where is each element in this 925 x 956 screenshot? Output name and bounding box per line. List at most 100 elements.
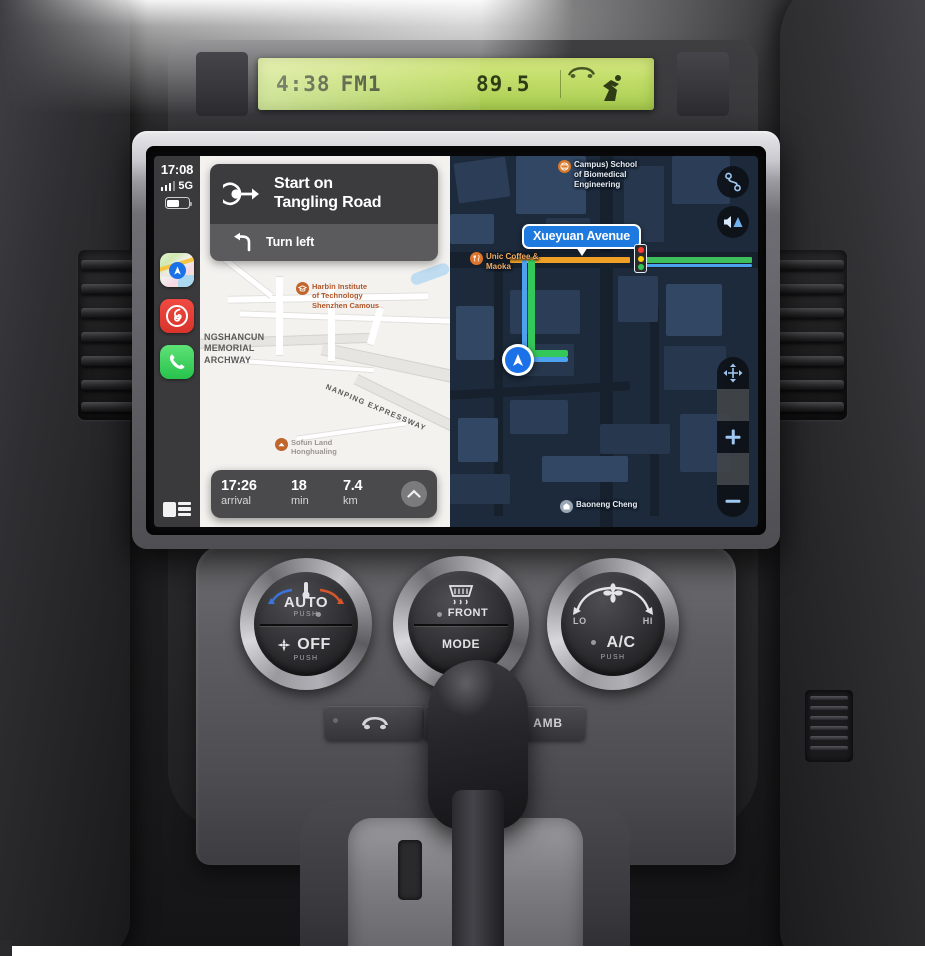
poi-label: Baoneng Cheng xyxy=(576,500,638,509)
chevron-up-icon xyxy=(407,489,421,498)
water-body xyxy=(409,261,450,287)
radio-left-bezel xyxy=(196,52,248,116)
audio-alerts-button[interactable] xyxy=(717,206,749,238)
radio-lcd-display[interactable]: 4:38 FM1 89.5 xyxy=(258,58,654,110)
street-name-label: Xueyuan Avenue xyxy=(522,224,641,256)
airflow-arrow-icon xyxy=(603,75,621,101)
poi-biomedical-school[interactable]: Campus) School of Biomedical Engineering xyxy=(558,160,637,190)
eta-duration: 18 min xyxy=(291,478,343,509)
road-segment xyxy=(650,306,659,516)
car-airflow-icon xyxy=(568,67,595,78)
right-map-panel[interactable]: Xueyuan Avenue Campus) School of Biomedi… xyxy=(450,156,758,527)
eta-distance: 7.4 km xyxy=(343,478,391,509)
navigation-instruction-banner[interactable]: Start on Tangling Road Turn left xyxy=(210,164,438,262)
carplay-screen[interactable]: 17:08 5G NGSHANCUN MEMORIAL ARCHWAY NANP… xyxy=(154,156,758,527)
zoom-out-button[interactable] xyxy=(717,485,749,517)
map-zoom-controls[interactable] xyxy=(717,357,749,517)
maps-app-icon[interactable] xyxy=(160,253,194,288)
pan-control-button[interactable] xyxy=(717,357,749,389)
transit-icon xyxy=(558,160,571,173)
recirculation-led xyxy=(333,718,338,723)
dash-left-panel xyxy=(0,0,130,956)
netease-music-app-icon[interactable] xyxy=(160,299,194,334)
defrost-windshield-icon xyxy=(448,585,474,605)
divider xyxy=(717,453,749,485)
eta-distance-value: 7.4 xyxy=(343,478,363,495)
map-building xyxy=(450,474,510,504)
ac-label: A/C xyxy=(606,634,636,651)
map-building xyxy=(453,156,511,204)
off-push-label: PUSH xyxy=(293,655,319,662)
signal-bars-icon xyxy=(160,181,176,192)
poi-label: Unic Coffee & Maoka xyxy=(486,252,539,271)
eta-duration-value: 18 xyxy=(291,478,307,495)
route-overview-icon xyxy=(725,172,741,192)
status-signal: 5G xyxy=(160,180,194,193)
poi-baoneng-cheng[interactable]: Baoneng Cheng xyxy=(560,500,637,513)
eta-arrival-label: arrival xyxy=(221,495,251,508)
road-segment xyxy=(222,256,274,299)
radio-frequency: 89.5 xyxy=(476,72,531,96)
route-line-blue xyxy=(642,264,752,267)
banner-primary-instruction: Start on Tangling Road xyxy=(210,164,438,225)
poi-label: Harbin Institute of Technology Shenzhen … xyxy=(312,282,380,310)
road-segment xyxy=(239,310,450,325)
ac-push-label: PUSH xyxy=(600,654,626,661)
map-building xyxy=(542,456,628,482)
air-recirculation-icon xyxy=(362,717,388,730)
mode-label: MODE xyxy=(442,637,480,651)
fan-high-label: HI xyxy=(642,616,653,626)
park-icon xyxy=(275,438,288,451)
eta-info-bar[interactable]: 17:26 arrival 18 min 7.4 km xyxy=(211,470,437,518)
dashboard-split-view-icon[interactable] xyxy=(161,498,193,520)
auto-push-label: PUSH xyxy=(293,611,319,618)
poi-label: Sofun Land Honghualing xyxy=(291,438,337,457)
eta-arrival: 17:26 arrival xyxy=(221,478,291,509)
lcd-indicator-icons xyxy=(550,64,630,104)
navigation-arrow-glyph xyxy=(513,354,523,366)
console-slot xyxy=(398,840,422,900)
battery-icon xyxy=(164,197,192,210)
poi-sofun-land[interactable]: Sofun Land Honghualing xyxy=(275,438,337,457)
poi-unic-coffee[interactable]: Unic Coffee & Maoka xyxy=(470,252,538,272)
eta-expand-button[interactable] xyxy=(401,481,427,507)
banner-line-1: Start on xyxy=(274,175,333,192)
route-overview-button[interactable] xyxy=(717,166,749,198)
route-line xyxy=(528,350,568,357)
carplay-sidebar: 17:08 5G xyxy=(154,156,200,527)
restaurant-icon xyxy=(470,252,483,265)
knob-divider xyxy=(414,624,508,626)
screen-bezel: 17:08 5G NGSHANCUN MEMORIAL ARCHWAY NANP… xyxy=(146,146,766,535)
poi-harbin-institute[interactable]: Harbin Institute of Technology Shenzhen … xyxy=(296,282,379,310)
knob-divider xyxy=(260,624,352,626)
map-label-archway: NGSHANCUN MEMORIAL ARCHWAY xyxy=(204,332,265,365)
dash-right-panel xyxy=(780,0,925,956)
speaker-grille xyxy=(805,690,853,762)
zoom-in-button[interactable] xyxy=(717,421,749,453)
map-building xyxy=(666,284,722,336)
road-segment xyxy=(366,305,385,347)
left-map-panel[interactable]: NGSHANCUN MEMORIAL ARCHWAY NANPING EXPRE… xyxy=(200,156,450,527)
status-clock: 17:08 xyxy=(160,162,194,177)
auto-label: AUTO xyxy=(283,594,329,611)
phone-app-icon[interactable] xyxy=(160,345,194,380)
start-route-arrow-icon xyxy=(223,182,259,205)
traffic-light-icon xyxy=(634,244,647,273)
gear-shifter-shaft xyxy=(452,790,504,955)
fan-low-label: LO xyxy=(573,616,587,626)
recirculation-button[interactable] xyxy=(325,706,423,740)
map-building xyxy=(458,418,498,462)
turn-left-arrow-icon xyxy=(234,232,251,252)
temperature-knob[interactable]: AUTO PUSH OFF PUSH xyxy=(240,558,372,690)
poi-label: Campus) School of Biomedical Engineering xyxy=(574,160,638,189)
divider xyxy=(717,389,749,421)
traffic-free-segment xyxy=(642,257,752,263)
network-type-label: 5G xyxy=(178,180,194,193)
four-way-arrows-icon xyxy=(723,363,743,383)
auto-indicator-led xyxy=(316,612,321,617)
eta-distance-unit: km xyxy=(343,495,358,508)
route-line xyxy=(528,260,535,356)
music-note-glyph xyxy=(166,305,188,328)
car-dashboard-scene: 4:38 FM1 89.5 17:08 5G NGSHANCUN MEMORIA… xyxy=(0,0,925,956)
fan-speed-knob[interactable]: LO HI A/C PUSH xyxy=(547,558,679,690)
